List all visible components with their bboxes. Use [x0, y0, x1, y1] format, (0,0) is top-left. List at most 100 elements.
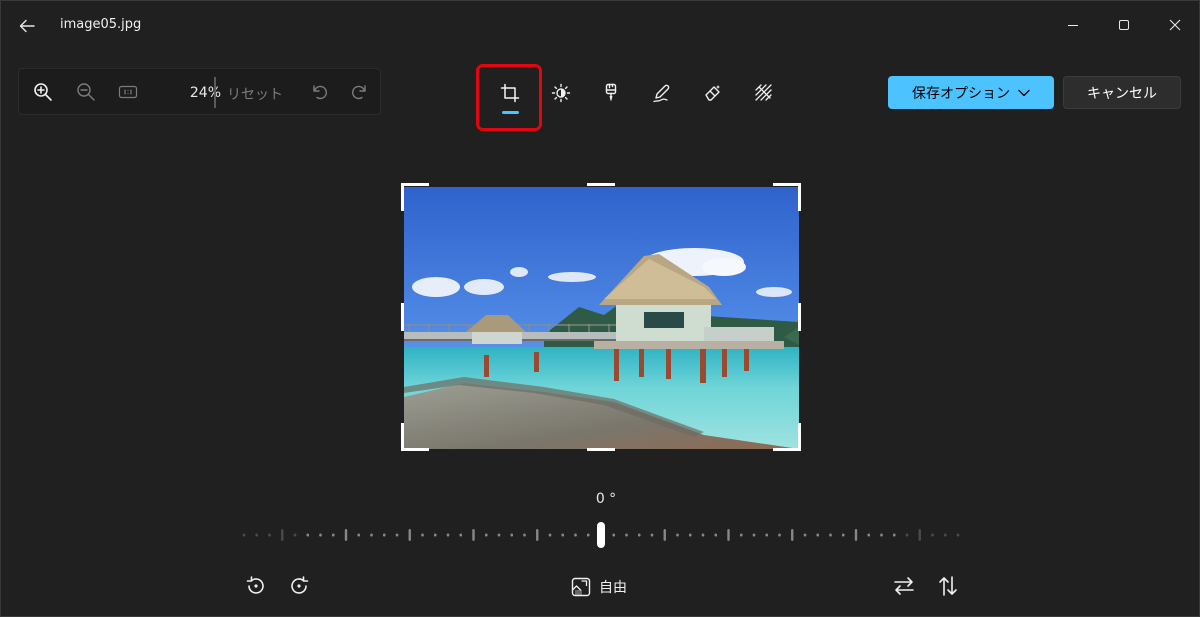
maximize-button[interactable]	[1104, 11, 1144, 39]
dial-minor-tick	[242, 533, 246, 537]
dial-minor-tick	[484, 533, 488, 537]
dial-minor-tick	[306, 533, 310, 537]
dial-minor-tick	[803, 533, 807, 537]
dial-minor-tick	[395, 533, 399, 537]
rotate-right-button[interactable]	[284, 572, 314, 600]
crop-handle-bottom-right[interactable]	[773, 448, 801, 451]
dial-thumb[interactable]	[597, 522, 605, 548]
dial-minor-tick	[625, 533, 628, 537]
dial-major-tick	[727, 529, 730, 541]
chevron-down-icon	[1018, 89, 1030, 96]
close-icon	[1169, 19, 1181, 31]
zoom-in-button[interactable]	[29, 79, 57, 105]
actual-size-button[interactable]	[114, 79, 142, 105]
tab-erase[interactable]	[695, 73, 731, 113]
crop-handle-left[interactable]	[401, 303, 404, 331]
dial-minor-tick	[497, 533, 501, 537]
title-bar: image05.jpg	[1, 1, 1199, 51]
reset-button[interactable]: リセット	[227, 84, 283, 104]
dial-minor-tick	[892, 533, 896, 537]
background-blur-icon	[755, 84, 772, 101]
save-options-label: 保存オプション	[912, 85, 1010, 102]
crop-handle-bottom-right-vertical[interactable]	[798, 423, 801, 451]
straighten-slider[interactable]	[241, 521, 963, 551]
rotation-angle: 0 °	[595, 491, 617, 507]
actual-size-icon	[118, 85, 138, 99]
toolbar-divider	[214, 77, 216, 108]
tab-crop[interactable]	[492, 73, 528, 113]
dial-minor-tick	[459, 533, 463, 537]
dial-major-tick	[408, 529, 411, 541]
aspect-ratio-label: 自由	[599, 580, 627, 596]
maximize-icon	[1119, 20, 1129, 30]
dial-minor-tick	[841, 533, 845, 537]
crop-handle-top-left-vertical[interactable]	[401, 183, 404, 211]
flip-horizontal-button[interactable]	[889, 572, 919, 600]
save-options-button[interactable]: 保存オプション	[888, 76, 1054, 109]
redo-button[interactable]	[346, 79, 374, 105]
arrow-left-icon	[19, 19, 35, 33]
zoom-out-button[interactable]	[72, 79, 100, 105]
dial-minor-tick	[421, 533, 424, 537]
window-title: image05.jpg	[60, 17, 142, 32]
dial-minor-tick	[382, 533, 386, 537]
dial-minor-tick	[956, 533, 960, 537]
dial-major-tick	[663, 529, 666, 541]
minimize-button[interactable]	[1053, 11, 1093, 39]
dial-minor-tick	[370, 533, 373, 537]
dial-major-tick	[854, 529, 858, 541]
dial-minor-tick	[319, 533, 322, 537]
crop-handle-right[interactable]	[798, 303, 801, 331]
zoom-toolbar: 24% リセット	[18, 68, 381, 115]
crop-handle-top-right-vertical[interactable]	[798, 183, 801, 211]
dial-minor-tick	[574, 533, 577, 537]
cancel-button[interactable]: キャンセル	[1063, 76, 1181, 109]
dial-minor-tick	[816, 533, 820, 537]
dial-minor-tick	[905, 533, 909, 537]
dial-minor-tick	[561, 533, 565, 537]
rotate-left-button[interactable]	[241, 572, 271, 600]
dial-minor-tick	[778, 533, 781, 537]
dial-major-tick	[472, 529, 475, 541]
dial-minor-tick	[714, 533, 718, 537]
dial-major-tick	[536, 529, 539, 541]
dial-minor-tick	[331, 533, 335, 537]
tab-background[interactable]	[746, 73, 782, 113]
back-button[interactable]	[13, 14, 41, 38]
dial-minor-tick	[701, 533, 705, 537]
active-tab-indicator	[502, 111, 519, 114]
dial-major-tick	[281, 529, 284, 541]
dial-minor-tick	[739, 533, 743, 537]
flip-vertical-button[interactable]	[933, 572, 963, 600]
dial-minor-tick	[433, 533, 437, 537]
dial-minor-tick	[880, 533, 883, 537]
crop-handle-bottom[interactable]	[587, 448, 615, 451]
crop-handle-top-right[interactable]	[773, 183, 801, 186]
tab-adjust[interactable]	[543, 73, 579, 113]
photo-image	[404, 187, 799, 449]
dial-minor-tick	[867, 533, 871, 537]
close-button[interactable]	[1155, 11, 1195, 39]
crop-icon	[500, 83, 520, 103]
dial-minor-tick	[523, 533, 526, 537]
crop-handle-top-left[interactable]	[401, 183, 429, 186]
dial-minor-tick	[586, 533, 590, 537]
zoom-out-icon	[77, 83, 95, 101]
crop-handle-bottom-left[interactable]	[401, 448, 429, 451]
crop-handle-bottom-left-vertical[interactable]	[401, 423, 404, 451]
aspect-ratio-button[interactable]: 自由	[571, 573, 627, 601]
undo-button[interactable]	[305, 79, 333, 105]
dial-minor-tick	[943, 533, 947, 537]
flip-horizontal-icon	[894, 577, 914, 595]
tab-markup[interactable]	[644, 73, 680, 113]
dial-major-tick	[344, 529, 348, 541]
markup-pen-icon	[653, 84, 670, 103]
crop-handle-top[interactable]	[587, 183, 615, 186]
dial-minor-tick	[752, 533, 756, 537]
dial-minor-tick	[446, 533, 450, 537]
dial-minor-tick	[293, 533, 297, 537]
dial-minor-tick	[510, 533, 514, 537]
minimize-icon	[1068, 25, 1078, 26]
tab-filter[interactable]	[593, 73, 629, 113]
photo-canvas[interactable]	[404, 187, 799, 449]
